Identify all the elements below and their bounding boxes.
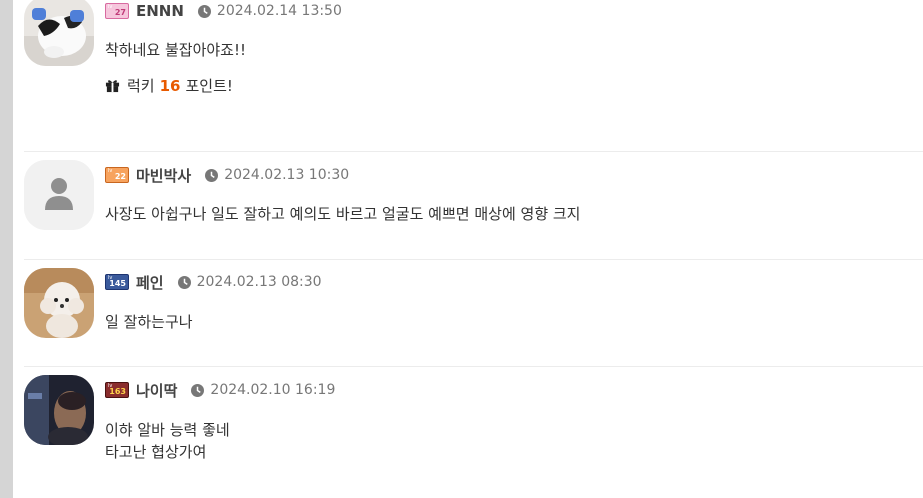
level-number: 145 bbox=[109, 279, 126, 288]
comment-text: 일 잘하는구나 bbox=[105, 313, 193, 331]
lucky-prefix: 럭키 bbox=[127, 77, 155, 95]
comment-date: 2024.02.14 13:50 bbox=[216, 3, 342, 19]
cat-photo bbox=[24, 0, 94, 66]
comment-item: lv 163 나이딱 2024.02.10 16:19 이햐 알바 능력 좋네 … bbox=[24, 375, 923, 495]
clock-icon bbox=[205, 168, 219, 182]
left-scroll-gutter bbox=[0, 0, 13, 498]
avatar[interactable] bbox=[24, 375, 94, 445]
clock-icon bbox=[197, 4, 211, 18]
clock-icon bbox=[191, 383, 205, 397]
avatar[interactable] bbox=[24, 0, 94, 66]
comment-meta: lv 145 페인 2024.02.13 08:30 bbox=[105, 271, 322, 293]
nickname[interactable]: 마빈박사 bbox=[136, 165, 191, 186]
level-number: 163 bbox=[109, 387, 126, 396]
comment-item: lv 22 마빈박사 2024.02.13 10:30 사장도 아쉽구나 일도 … bbox=[24, 160, 923, 255]
comment-meta: lv 22 마빈박사 2024.02.13 10:30 bbox=[105, 164, 349, 186]
default-user-icon bbox=[24, 160, 94, 230]
level-badge: lv 163 bbox=[105, 382, 129, 398]
comment-item: lv 145 페인 2024.02.13 08:30 일 잘하는구나 bbox=[24, 268, 923, 363]
clock-icon bbox=[177, 275, 191, 289]
level-number: 22 bbox=[114, 172, 126, 181]
divider bbox=[24, 259, 923, 260]
divider bbox=[24, 151, 923, 152]
avatar[interactable] bbox=[24, 160, 94, 230]
lucky-points: 럭키 16 포인트! bbox=[105, 75, 233, 96]
lucky-suffix: 포인트! bbox=[185, 77, 233, 95]
level-badge: lv 22 bbox=[105, 167, 129, 183]
comment-meta: lv 27 ENNN 2024.02.14 13:50 bbox=[105, 0, 342, 22]
nickname[interactable]: 페인 bbox=[136, 272, 164, 293]
gift-icon bbox=[105, 80, 120, 93]
comment-meta: lv 163 나이딱 2024.02.10 16:19 bbox=[105, 379, 335, 401]
divider bbox=[24, 366, 923, 367]
comment-date: 2024.02.13 08:30 bbox=[196, 274, 322, 290]
nickname[interactable]: ENNN bbox=[136, 2, 184, 20]
level-badge: lv 145 bbox=[105, 274, 129, 290]
comment-item: lv 27 ENNN 2024.02.14 13:50 착하네요 불잡아야죠!!… bbox=[24, 0, 923, 126]
comment-text: 착하네요 불잡아야죠!! bbox=[105, 41, 246, 59]
comment-text-line-2: 타고난 협상가여 bbox=[105, 443, 207, 461]
comment-date: 2024.02.10 16:19 bbox=[210, 382, 336, 398]
comment-text-line-1: 이햐 알바 능력 좋네 bbox=[105, 421, 230, 439]
avatar[interactable] bbox=[24, 268, 94, 338]
level-badge: lv 27 bbox=[105, 3, 129, 19]
comment-date: 2024.02.13 10:30 bbox=[224, 167, 350, 183]
comment-text: 사장도 아쉽구나 일도 잘하고 예의도 바르고 얼굴도 예쁘면 매상에 영향 크… bbox=[105, 205, 581, 223]
man-photo bbox=[24, 375, 94, 445]
level-number: 27 bbox=[114, 8, 126, 17]
lucky-number: 16 bbox=[159, 76, 181, 95]
dog-photo bbox=[24, 268, 94, 338]
level-tag: lv bbox=[108, 168, 113, 174]
level-tag: lv bbox=[108, 4, 113, 10]
nickname[interactable]: 나이딱 bbox=[136, 380, 177, 401]
